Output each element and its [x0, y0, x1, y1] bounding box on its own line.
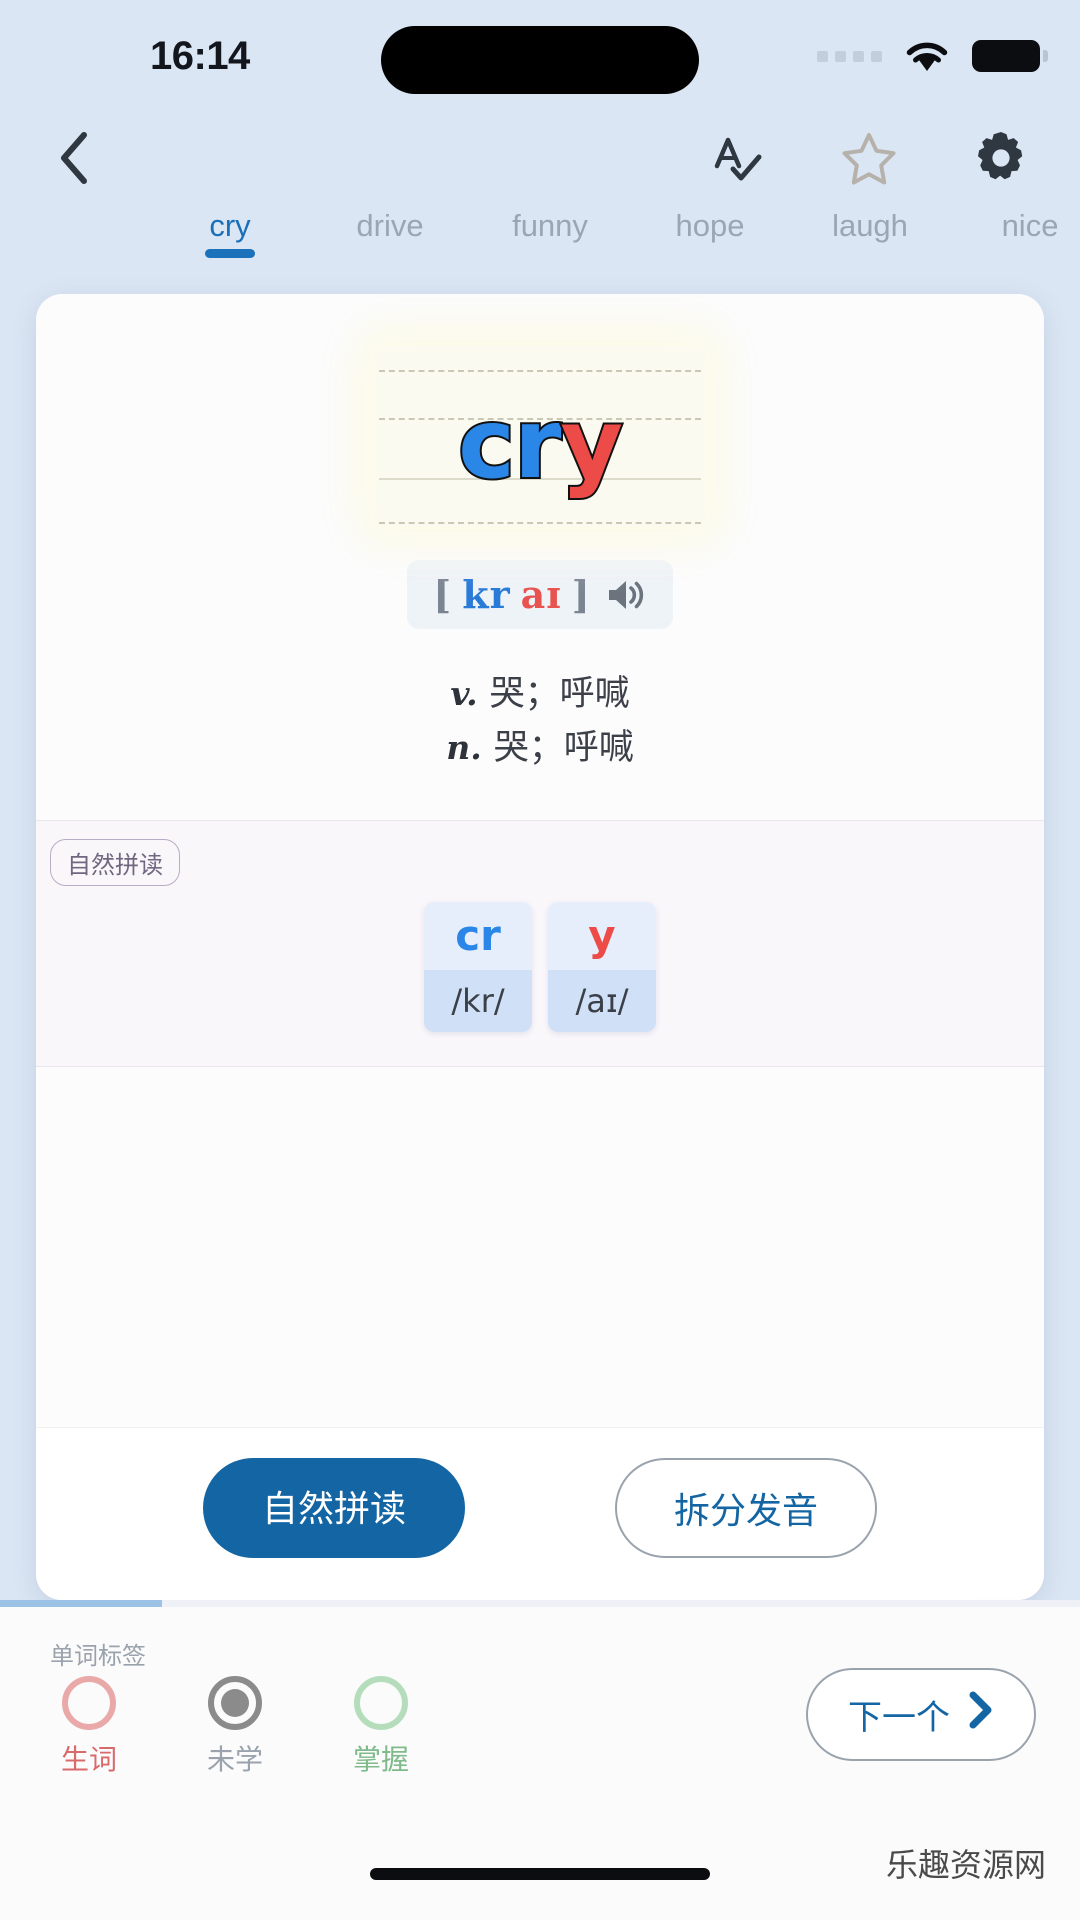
- word-display: cry: [458, 396, 622, 492]
- rule-line-top: [379, 370, 701, 372]
- tab-laugh[interactable]: laugh: [790, 204, 950, 244]
- word-tabs[interactable]: cry drive funny hope laugh nice s: [0, 204, 1080, 276]
- battery-icon: [972, 40, 1040, 72]
- tab-label: laugh: [832, 208, 908, 243]
- tab-cry[interactable]: cry: [150, 204, 310, 244]
- tab-active-underline: [205, 249, 255, 258]
- home-indicator-area: 乐趣资源网: [0, 1828, 1080, 1920]
- tag-new-word-icon: [62, 1676, 116, 1730]
- back-button[interactable]: [42, 126, 106, 190]
- next-word-label: 下一个: [848, 1690, 950, 1739]
- tag-mastered-icon: [354, 1676, 408, 1730]
- progress-fill: [0, 1600, 162, 1607]
- phonics-tiles: cr /kr/ y /aɪ/: [36, 902, 1044, 1032]
- next-word-button[interactable]: 下一个: [806, 1668, 1036, 1761]
- phonics-tile[interactable]: y /aɪ/: [548, 902, 656, 1032]
- phonics-tile-sound: /aɪ/: [548, 970, 656, 1032]
- status-indicators: [817, 39, 1040, 73]
- phonetic-close-bracket: ]: [572, 572, 591, 617]
- word-ruled-plate: cry: [375, 346, 705, 526]
- tag-unlearned[interactable]: 未学: [190, 1676, 280, 1778]
- word-part-onset: cr: [458, 388, 560, 500]
- home-indicator[interactable]: [370, 1868, 710, 1880]
- word-tag-label: 单词标签: [50, 1636, 146, 1671]
- gear-icon[interactable]: [970, 127, 1032, 189]
- speaker-icon[interactable]: [605, 577, 647, 613]
- tag-unlearned-label: 未学: [207, 1738, 263, 1778]
- definition-text: 哭；呼喊: [494, 728, 634, 767]
- rule-line-bottom: [379, 522, 701, 524]
- phonics-tile-sound: /kr/: [424, 970, 532, 1032]
- word-hero-section: cry [ kr aɪ ] v. 哭；呼喊: [36, 294, 1044, 820]
- part-of-speech: n.: [446, 728, 481, 767]
- dynamic-island: [381, 26, 699, 94]
- tag-unlearned-icon: [208, 1676, 262, 1730]
- phonics-tile[interactable]: cr /kr/: [424, 902, 532, 1032]
- progress-track: [0, 1600, 1080, 1607]
- definition-row: n. 哭；呼喊: [446, 721, 634, 775]
- phonics-tile-letters: y: [548, 902, 656, 970]
- nav-bar: [0, 112, 1080, 204]
- chevron-right-icon: [968, 1691, 994, 1738]
- phonics-tile-letters: cr: [424, 902, 532, 970]
- tab-hope[interactable]: hope: [630, 204, 790, 244]
- tab-label: hope: [676, 208, 745, 243]
- phonetic-part-onset: kr: [462, 572, 510, 617]
- spellcheck-icon[interactable]: [706, 127, 768, 189]
- phonics-section: 自然拼读 cr /kr/ y /aɪ/: [36, 820, 1044, 1067]
- card-action-bar: 自然拼读 拆分发音: [36, 1427, 1044, 1600]
- word-detail-card: cry [ kr aɪ ] v.哭；呼喊: [36, 294, 1044, 1600]
- phonetic-pronunciation-button[interactable]: [ kr aɪ ]: [407, 560, 672, 629]
- status-time: 16:14: [150, 34, 250, 79]
- definition-row: v. 哭；呼喊: [446, 667, 634, 721]
- definitions-list: v.哭；呼喊 n.哭；呼喊: [446, 667, 634, 776]
- phonics-mode-button[interactable]: 自然拼读: [203, 1458, 465, 1558]
- tab-label: drive: [356, 208, 423, 243]
- signal-dots-icon: [817, 51, 882, 62]
- phonics-badge: 自然拼读: [50, 839, 180, 886]
- tab-drive[interactable]: drive: [310, 204, 470, 244]
- nav-actions: [706, 127, 1038, 189]
- app-root: 16:14: [0, 0, 1080, 1920]
- status-bar: 16:14: [0, 0, 1080, 112]
- card-empty-area: [36, 1067, 1044, 1428]
- bottom-toolbar: 单词标签 生词 未学 掌握 下一个: [0, 1600, 1080, 1828]
- word-part-rime: y: [560, 388, 622, 500]
- tab-funny[interactable]: funny: [470, 204, 630, 244]
- tag-new-word[interactable]: 生词: [44, 1676, 134, 1778]
- tag-mastered[interactable]: 掌握: [336, 1676, 426, 1778]
- word-tag-group: 单词标签 生词 未学 掌握: [44, 1650, 426, 1778]
- tab-label: nice: [1002, 208, 1059, 243]
- wifi-icon: [904, 39, 950, 73]
- tab-label: funny: [512, 208, 588, 243]
- watermark: 乐趣资源网: [886, 1840, 1046, 1886]
- star-outline-icon[interactable]: [838, 127, 900, 189]
- phonetic-open-bracket: [: [433, 572, 452, 617]
- tab-label: cry: [209, 208, 250, 243]
- tag-mastered-label: 掌握: [353, 1738, 409, 1778]
- part-of-speech: v.: [450, 674, 477, 713]
- tab-nice[interactable]: nice: [950, 204, 1080, 244]
- tag-new-word-label: 生词: [61, 1738, 117, 1778]
- definition-text: 哭；呼喊: [490, 674, 630, 713]
- syllable-mode-button[interactable]: 拆分发音: [615, 1458, 877, 1558]
- phonetic-part-rime: aɪ: [521, 572, 562, 617]
